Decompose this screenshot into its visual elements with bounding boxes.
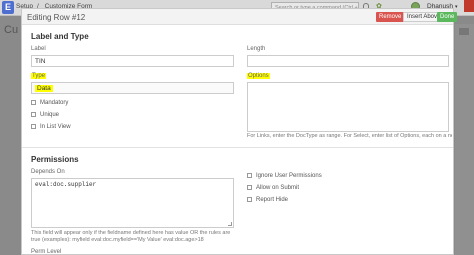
options-help-text: For Links, enter the DocType as range. F… [247, 133, 452, 139]
resize-handle-icon[interactable] [228, 222, 232, 226]
background-button [459, 28, 469, 35]
label-input[interactable]: TIN [31, 55, 234, 67]
length-input[interactable] [247, 55, 449, 67]
remove-button[interactable]: Remove [376, 12, 405, 22]
edit-row-dialog: Editing Row #12 Remove Insert Above Done… [21, 8, 458, 255]
dialog-title: Editing Row #12 [27, 13, 86, 22]
app-logo[interactable]: E [2, 1, 14, 14]
dialog-header: Editing Row #12 Remove Insert Above Done [22, 9, 458, 25]
in-list-view-checkbox[interactable]: In List View [31, 124, 71, 130]
section-title-permissions: Permissions [31, 155, 79, 164]
options-textarea[interactable] [247, 82, 449, 132]
length-field-label: Length [247, 46, 266, 52]
done-button[interactable]: Done [437, 12, 458, 22]
depends-on-label: Depends On [31, 169, 65, 175]
section-divider [22, 147, 453, 148]
section-title-label-type: Label and Type [31, 32, 89, 41]
background-page-title: Cu [4, 24, 19, 36]
depends-on-help-text: This field will appear only if the field… [31, 230, 231, 243]
report-hide-checkbox[interactable]: Report Hide [247, 197, 288, 203]
perm-level-label: Perm Level [31, 249, 62, 255]
allow-on-submit-checkbox[interactable]: Allow on Submit [247, 185, 299, 191]
ignore-user-permissions-checkbox[interactable]: Ignore User Permissions [247, 173, 322, 179]
type-field-label: Type [31, 73, 47, 79]
unique-checkbox[interactable]: Unique [31, 112, 59, 118]
mandatory-checkbox[interactable]: Mandatory [31, 100, 68, 106]
type-select[interactable]: Data [31, 82, 234, 94]
options-field-label: Options [247, 73, 270, 79]
background-panel [455, 24, 474, 255]
notification-badge[interactable] [464, 0, 474, 12]
depends-on-textarea[interactable]: eval:doc.supplier [31, 178, 234, 228]
label-field-label: Label [31, 46, 46, 52]
